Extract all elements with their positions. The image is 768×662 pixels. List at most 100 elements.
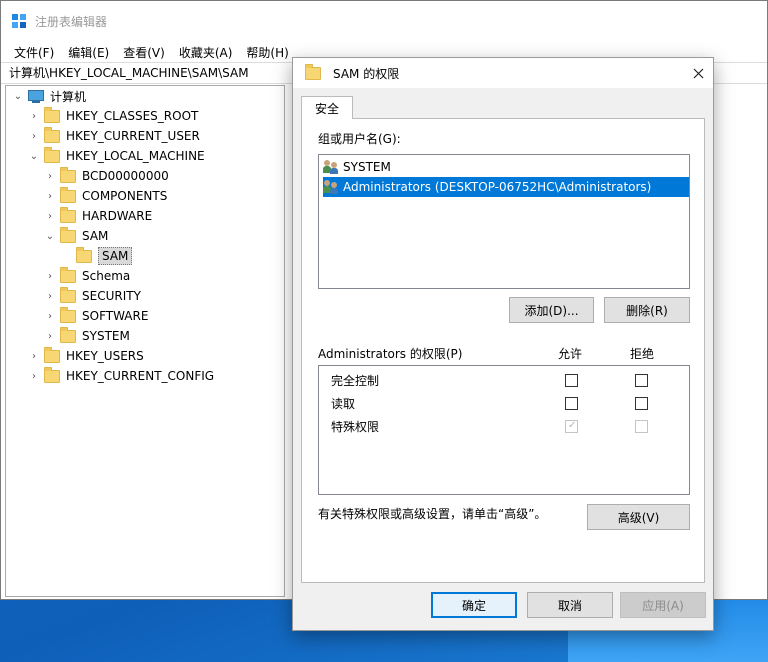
tree-node-system[interactable]: › SYSTEM bbox=[44, 326, 130, 346]
chevron-right-icon[interactable]: › bbox=[28, 110, 40, 122]
permission-row-read: 读取 bbox=[331, 393, 355, 413]
chevron-right-icon[interactable]: › bbox=[44, 170, 56, 182]
chevron-right-icon[interactable]: › bbox=[28, 350, 40, 362]
folder-icon bbox=[60, 186, 76, 203]
permission-name: 读取 bbox=[331, 396, 356, 411]
permissions-list: 完全控制 读取 特殊权限 ✓ bbox=[318, 365, 690, 495]
chevron-right-icon[interactable]: › bbox=[28, 130, 40, 142]
window-title: 注册表编辑器 bbox=[35, 14, 108, 29]
tree-node-hkey-local-machine[interactable]: ⌄ HKEY_LOCAL_MACHINE bbox=[28, 146, 205, 166]
tree-label: COMPONENTS bbox=[82, 189, 168, 203]
folder-icon bbox=[60, 206, 76, 223]
chevron-right-icon[interactable]: › bbox=[44, 270, 56, 282]
menu-favorites[interactable]: 收藏夹(A) bbox=[172, 44, 240, 61]
permission-row-full-control: 完全控制 bbox=[331, 370, 379, 390]
tree-node-schema[interactable]: › Schema bbox=[44, 266, 130, 286]
tree-label-selected: SAM bbox=[98, 247, 133, 265]
tree-node-sam-sam[interactable]: SAM bbox=[76, 246, 133, 266]
dialog-title: SAM 的权限 bbox=[333, 66, 400, 81]
tree-node-hkey-current-user[interactable]: › HKEY_CURRENT_USER bbox=[28, 126, 200, 146]
allow-read-checkbox[interactable] bbox=[565, 397, 578, 410]
advanced-hint-text: 有关特殊权限或高级设置，请单击“高级”。 bbox=[318, 507, 547, 521]
allow-special-checkbox: ✓ bbox=[565, 420, 578, 433]
folder-icon bbox=[44, 126, 60, 143]
cancel-button[interactable]: 取消 bbox=[527, 592, 613, 618]
apply-button: 应用(A) bbox=[620, 592, 706, 618]
chevron-right-icon[interactable]: › bbox=[44, 210, 56, 222]
user-name: SYSTEM bbox=[343, 160, 391, 174]
allow-full-control-checkbox[interactable] bbox=[565, 374, 578, 387]
chevron-down-icon[interactable]: ⌄ bbox=[28, 150, 40, 162]
folder-icon bbox=[44, 146, 60, 163]
permission-row-special: 特殊权限 bbox=[331, 416, 379, 436]
tree-node-software[interactable]: › SOFTWARE bbox=[44, 306, 148, 326]
tree-label: SECURITY bbox=[82, 289, 141, 303]
tree-node-components[interactable]: › COMPONENTS bbox=[44, 186, 167, 206]
remove-button[interactable]: 删除(R) bbox=[604, 297, 690, 323]
deny-read-checkbox[interactable] bbox=[635, 397, 648, 410]
chevron-right-icon[interactable]: › bbox=[28, 370, 40, 382]
allow-column-header: 允许 bbox=[558, 347, 583, 361]
folder-icon bbox=[60, 226, 76, 243]
tree-node-hardware[interactable]: › HARDWARE bbox=[44, 206, 152, 226]
registry-editor-icon bbox=[12, 14, 26, 28]
tree-label: HKEY_CURRENT_CONFIG bbox=[66, 369, 215, 383]
tree-label: HKEY_USERS bbox=[66, 349, 144, 363]
deny-special-checkbox bbox=[635, 420, 648, 433]
ok-button[interactable]: 确定 bbox=[431, 592, 517, 618]
menu-view[interactable]: 查看(V) bbox=[116, 44, 172, 61]
add-button[interactable]: 添加(D)... bbox=[509, 297, 594, 323]
security-tab-panel: 组或用户名(G): SYSTEM Administrators (DESKTOP… bbox=[301, 118, 705, 583]
deny-column-header: 拒绝 bbox=[630, 347, 655, 361]
chevron-right-icon[interactable]: › bbox=[44, 310, 56, 322]
chevron-right-icon[interactable]: › bbox=[44, 190, 56, 202]
folder-icon bbox=[44, 106, 60, 123]
tree-label: HARDWARE bbox=[82, 209, 153, 223]
folder-icon bbox=[44, 366, 60, 383]
folder-open-icon bbox=[76, 246, 92, 263]
tree-node-computer[interactable]: ⌄ 计算机 bbox=[12, 86, 86, 106]
list-item-system[interactable]: SYSTEM bbox=[323, 157, 391, 177]
deny-full-control-checkbox[interactable] bbox=[635, 374, 648, 387]
tree-node-sam[interactable]: ⌄ SAM bbox=[44, 226, 108, 246]
tree-node-hkey-users[interactable]: › HKEY_USERS bbox=[28, 346, 144, 366]
tree-label: SAM bbox=[82, 229, 109, 243]
tree-label: SOFTWARE bbox=[82, 309, 149, 323]
tree-label: HKEY_CURRENT_USER bbox=[66, 129, 200, 143]
chevron-right-icon[interactable]: › bbox=[44, 330, 56, 342]
folder-icon bbox=[60, 166, 76, 183]
title-bar: 注册表编辑器 bbox=[1, 1, 767, 41]
folder-icon bbox=[305, 63, 321, 80]
tree-label: BCD00000000 bbox=[82, 169, 169, 183]
tree-node-hkey-classes-root[interactable]: › HKEY_CLASSES_ROOT bbox=[28, 106, 198, 126]
list-item-administrators[interactable]: Administrators (DESKTOP-06752HC\Administ… bbox=[323, 177, 689, 197]
chevron-down-icon[interactable]: ⌄ bbox=[12, 90, 24, 102]
permissions-dialog: SAM 的权限 安全 组或用户名(G): SYSTEM Administrato… bbox=[292, 57, 714, 631]
users-icon bbox=[323, 180, 339, 194]
chevron-down-icon[interactable]: ⌄ bbox=[44, 230, 56, 242]
menu-edit[interactable]: 编辑(E) bbox=[61, 44, 116, 61]
folder-icon bbox=[44, 346, 60, 363]
tree-node-security[interactable]: › SECURITY bbox=[44, 286, 141, 306]
users-icon bbox=[323, 160, 339, 174]
chevron-right-icon[interactable]: › bbox=[44, 290, 56, 302]
menu-file[interactable]: 文件(F) bbox=[7, 44, 61, 61]
advanced-button[interactable]: 高级(V) bbox=[587, 504, 690, 530]
tree-label: 计算机 bbox=[50, 89, 87, 104]
menu-help[interactable]: 帮助(H) bbox=[239, 44, 295, 61]
tree-label: SYSTEM bbox=[82, 329, 130, 343]
user-name: Administrators (DESKTOP-06752HC\Administ… bbox=[343, 180, 652, 194]
close-icon bbox=[693, 68, 703, 78]
tree-node-hkey-current-config[interactable]: › HKEY_CURRENT_CONFIG bbox=[28, 366, 214, 386]
folder-icon bbox=[60, 286, 76, 303]
tree-node-bcd[interactable]: › BCD00000000 bbox=[44, 166, 169, 186]
dialog-title-bar: SAM 的权限 bbox=[293, 58, 713, 88]
group-label: 组或用户名(G): bbox=[318, 132, 401, 146]
tree-label: HKEY_CLASSES_ROOT bbox=[66, 109, 199, 123]
tab-security[interactable]: 安全 bbox=[301, 96, 353, 119]
permission-name: 特殊权限 bbox=[331, 419, 380, 434]
close-button[interactable] bbox=[683, 58, 713, 88]
tree-label: Schema bbox=[82, 269, 131, 283]
computer-icon bbox=[28, 89, 44, 103]
user-listbox[interactable]: SYSTEM Administrators (DESKTOP-06752HC\A… bbox=[318, 154, 690, 289]
